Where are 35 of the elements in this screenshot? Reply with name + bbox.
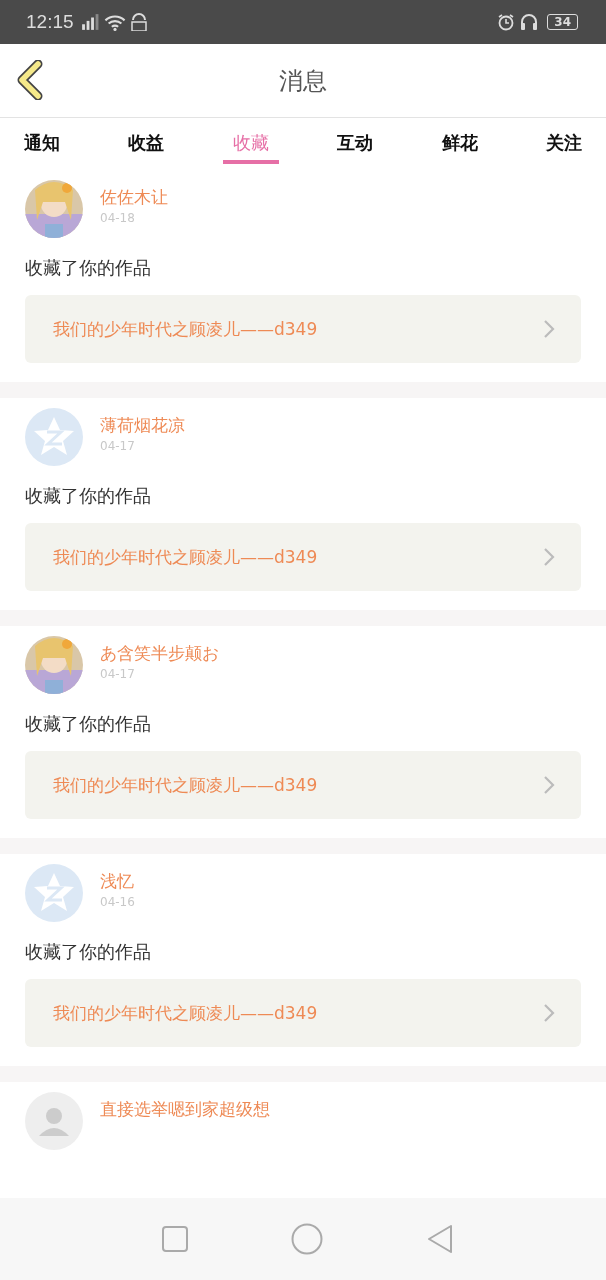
- tab[interactable]: 关注: [535, 118, 592, 164]
- signal-icon: [80, 14, 99, 30]
- alarm-icon: [497, 13, 516, 31]
- home-icon[interactable]: [291, 1223, 323, 1255]
- user-name[interactable]: あ含笑半步颠お: [100, 642, 219, 665]
- message-text: 收藏了你的作品: [25, 256, 152, 280]
- work-link[interactable]: 我们的少年时代之顾凌儿——d349: [25, 523, 581, 591]
- chevron-right-icon: [543, 547, 555, 567]
- tab[interactable]: 收益: [118, 118, 175, 164]
- avatar-icon: [25, 408, 83, 466]
- message-text: 收藏了你的作品: [25, 712, 152, 736]
- work-link[interactable]: 我们的少年时代之顾凌儿——d349: [25, 979, 581, 1047]
- tab[interactable]: 鲜花: [431, 118, 488, 164]
- recent-apps-icon[interactable]: [161, 1226, 188, 1252]
- work-link[interactable]: 我们的少年时代之顾凌儿——d349: [25, 751, 581, 819]
- work-link[interactable]: 我们的少年时代之顾凌儿——d349: [25, 295, 581, 363]
- tab[interactable]: 收藏: [222, 118, 279, 164]
- wifi-icon: [103, 13, 126, 31]
- tab[interactable]: 互动: [327, 118, 384, 164]
- user-name[interactable]: 直接选举嗯到家超级想: [100, 1098, 270, 1121]
- clock-time: 12:15: [26, 11, 74, 33]
- headphones-icon: [520, 13, 539, 31]
- chevron-right-icon: [543, 775, 555, 795]
- chevron-right-icon: [543, 1003, 555, 1023]
- user-name[interactable]: 薄荷烟花凉: [100, 414, 185, 437]
- avatar-icon: [25, 864, 83, 922]
- message-text: 收藏了你的作品: [25, 940, 152, 964]
- user-name[interactable]: 佐佐木让: [100, 186, 168, 209]
- tab[interactable]: 通知: [14, 118, 70, 164]
- chevron-right-icon: [543, 319, 555, 339]
- page-title: 消息: [279, 65, 327, 97]
- battery-indicator: 34: [547, 14, 578, 30]
- message-text: 收藏了你的作品: [25, 484, 152, 508]
- user-name[interactable]: 浅忆: [100, 870, 135, 893]
- avatar-icon: [25, 1092, 83, 1150]
